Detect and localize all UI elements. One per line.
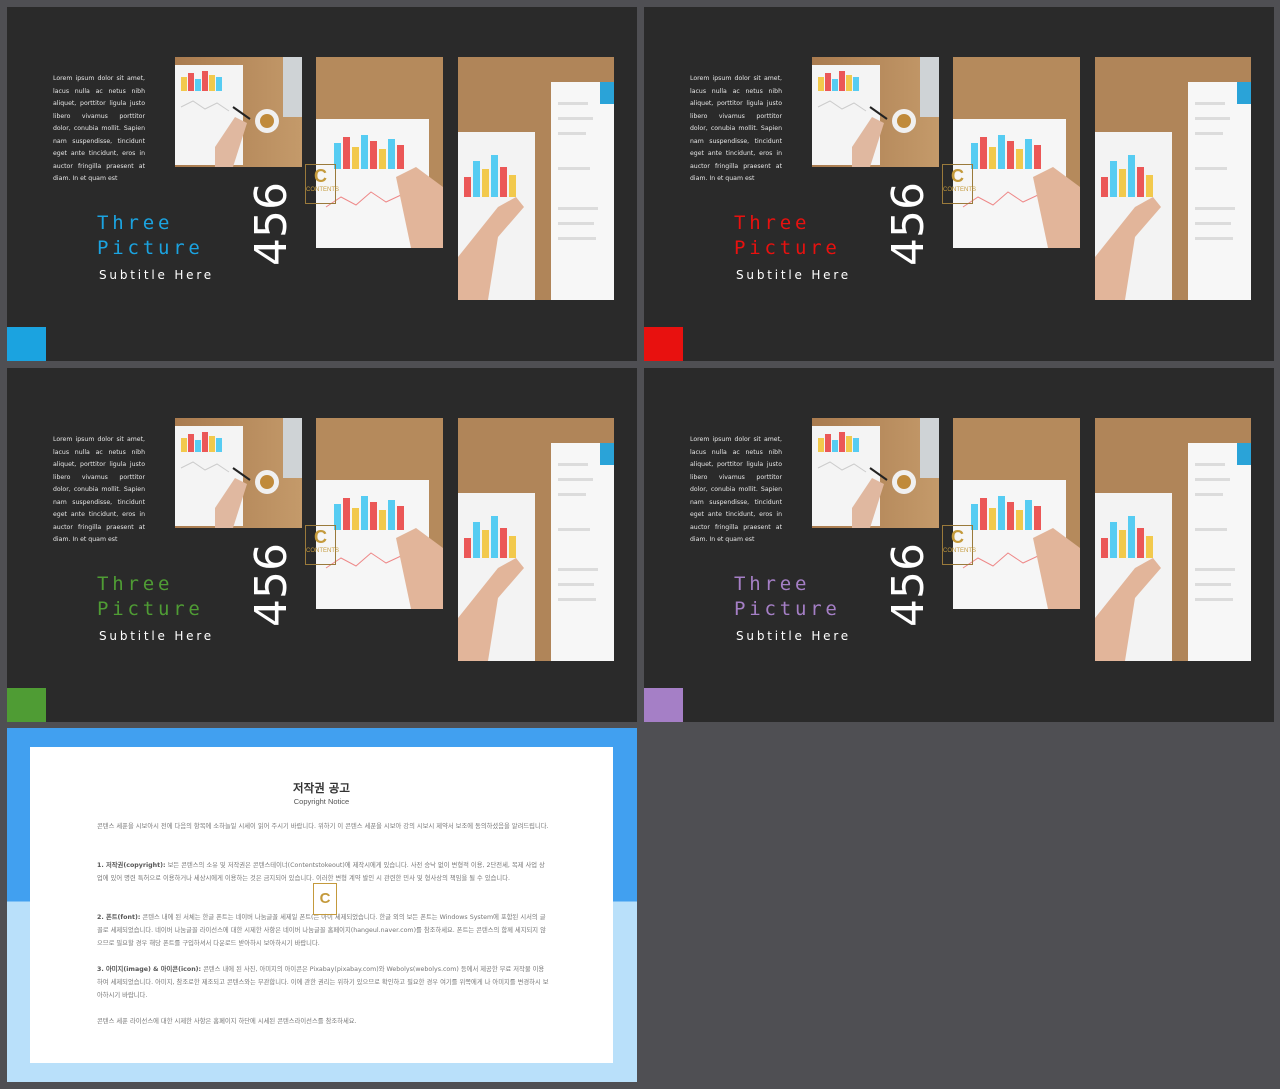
slide-subtitle: Subtitle Here	[99, 268, 214, 282]
slide-subtitle: Subtitle Here	[99, 629, 214, 643]
title-line-2: Picture	[97, 598, 204, 620]
copyright-notice-slide: 저작권 공고 Copyright Notice 콘텐스 세푼을 시보아시 전에 …	[7, 728, 637, 1082]
photo-report-chart	[1095, 418, 1251, 661]
slide-title: Three Picture	[97, 211, 204, 261]
copyright-title: 저작권 공고	[293, 781, 350, 795]
slide-title: Three Picture	[734, 572, 841, 622]
title-line-1: Three	[734, 212, 811, 234]
copyright-section-2-text: 콘텐스 내에 된 서체는 한글 폰트는 네이버 나눔글꼴 세제일 폰트(는 아이…	[97, 914, 546, 947]
slide-number: 456	[883, 543, 934, 627]
watermark-logo: C CONTENTS	[305, 525, 339, 565]
slide-1: Lorem ipsum dolor sit amet, lacus nulla …	[7, 7, 637, 361]
copyright-intro: 콘텐스 세푼을 시보아시 전에 다음의 항목에 소하늘일 시세이 읽어 주시기 …	[97, 823, 549, 830]
copyright-section-1: 1. 저작권(copyright): 보든 콘텐스의 소유 및 저작권은 콘텐스…	[97, 859, 549, 885]
photo-desk-chart	[175, 57, 302, 167]
slide-4: Lorem ipsum dolor sit amet, lacus nulla …	[644, 368, 1274, 722]
photo-report-chart	[1095, 57, 1251, 300]
copyright-section-3: 3. 아미지(image) & 아이콘(icon): 콘텐스 내에 된 사진, …	[97, 963, 549, 1002]
watermark-logo: C CONTENTS	[942, 164, 976, 204]
copyright-subtitle: Copyright Notice	[293, 797, 350, 806]
slide-number: 456	[883, 182, 934, 266]
title-line-1: Three	[97, 212, 174, 234]
slide-number: 456	[246, 182, 297, 266]
slide-subtitle: Subtitle Here	[736, 629, 851, 643]
title-line-2: Picture	[734, 237, 841, 259]
title-line-2: Picture	[734, 598, 841, 620]
photo-hand-chart	[953, 418, 1080, 609]
copyright-closing: 콘텐스 세푼 라이선스에 대한 시제한 사항은 홈페이지 하단에 시세된 콘텐스…	[97, 1018, 357, 1025]
title-line-1: Three	[97, 573, 174, 595]
accent-corner-block	[644, 327, 683, 361]
watermark-logo: C CONTENTS	[305, 164, 339, 204]
photo-desk-chart	[812, 418, 939, 528]
slide-title: Three Picture	[97, 572, 204, 622]
slide-body-text: Lorem ipsum dolor sit amet, lacus nulla …	[690, 436, 782, 543]
slide-2: Lorem ipsum dolor sit amet, lacus nulla …	[644, 7, 1274, 361]
photo-hand-chart	[316, 57, 443, 248]
slide-body-text: Lorem ipsum dolor sit amet, lacus nulla …	[53, 436, 145, 543]
photo-desk-chart	[175, 418, 302, 528]
copyright-section-2-heading: 2. 폰트(font):	[97, 914, 141, 921]
accent-corner-block	[7, 688, 46, 722]
photo-hand-chart	[953, 57, 1080, 248]
accent-corner-block	[644, 688, 683, 722]
slide-subtitle: Subtitle Here	[736, 268, 851, 282]
slide-3: Lorem ipsum dolor sit amet, lacus nulla …	[7, 368, 637, 722]
accent-corner-block	[7, 327, 46, 361]
photo-report-chart	[458, 57, 614, 300]
slide-title: Three Picture	[734, 211, 841, 261]
photo-hand-chart	[316, 418, 443, 609]
copyright-section-2: 2. 폰트(font): 콘텐스 내에 된 서체는 한글 폰트는 네이버 나눔글…	[97, 911, 549, 950]
photo-report-chart	[458, 418, 614, 661]
slide-body-text: Lorem ipsum dolor sit amet, lacus nulla …	[53, 75, 145, 182]
slide-number: 456	[246, 543, 297, 627]
title-line-2: Picture	[97, 237, 204, 259]
photo-desk-chart	[812, 57, 939, 167]
slide-body-text: Lorem ipsum dolor sit amet, lacus nulla …	[690, 75, 782, 182]
copyright-section-1-heading: 1. 저작권(copyright):	[97, 862, 166, 869]
copyright-logo: C	[313, 883, 337, 915]
copyright-paper: 저작권 공고 Copyright Notice 콘텐스 세푼을 시보아시 전에 …	[30, 747, 613, 1063]
title-line-1: Three	[734, 573, 811, 595]
copyright-section-3-heading: 3. 아미지(image) & 아이콘(icon):	[97, 966, 202, 973]
watermark-logo: C CONTENTS	[942, 525, 976, 565]
